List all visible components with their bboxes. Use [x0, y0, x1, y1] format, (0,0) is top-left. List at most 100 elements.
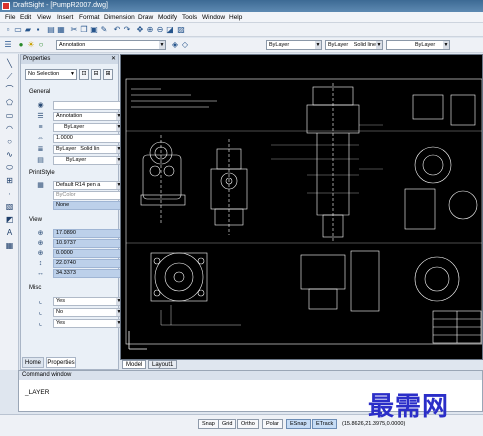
grid-toggle[interactable]: Grid — [218, 419, 237, 429]
center-z-row[interactable]: 0.0000 — [53, 249, 123, 258]
printstyle-attached-row: None — [53, 201, 123, 210]
layer-previous-icon[interactable]: ◇ — [180, 40, 190, 50]
menu-window[interactable]: Window — [202, 14, 225, 21]
width-row[interactable]: 34.3373 — [53, 269, 123, 278]
note-icon[interactable]: A — [4, 227, 15, 238]
command-line: _LAYER — [25, 389, 50, 396]
watermark-text: 最需网 — [368, 392, 450, 422]
layer-on-icon: ● — [18, 40, 24, 49]
redo-icon[interactable]: ↷ — [122, 25, 132, 35]
zoom-fit-icon[interactable]: ▨ — [176, 25, 186, 35]
tab-layout1[interactable]: Layout1 — [148, 360, 178, 369]
menu-modify[interactable]: Modify — [158, 14, 177, 21]
center-y-row[interactable]: 10.9737 — [53, 239, 123, 248]
new-file-icon[interactable]: ▫ — [3, 25, 13, 35]
linetype-row[interactable]: ByLayer ▼ — [53, 123, 123, 132]
circle-icon[interactable]: ○ — [4, 136, 15, 147]
draw-toolbar: ╲ ⟋ ⌒ ⬠ ▭ ◠ ○ ∿ ⬭ ⊞ ∙ ▧ ◩ A ▦ — [0, 54, 19, 370]
undo-icon[interactable]: ↶ — [112, 25, 122, 35]
polar-toggle[interactable]: Polar — [262, 419, 283, 429]
tab-model[interactable]: Model — [122, 360, 147, 369]
layer-icon: ☰ — [37, 113, 44, 120]
print-preview-icon[interactable]: ▦ — [56, 25, 66, 35]
table-icon[interactable]: ▦ — [4, 240, 15, 251]
menu-format[interactable]: Format — [79, 14, 100, 21]
make-layer-current-icon[interactable]: ◈ — [170, 40, 180, 50]
ucs-at-origin-row[interactable]: No ▼ — [53, 308, 123, 317]
pan-icon[interactable]: ✥ — [135, 25, 145, 35]
printstyle-row: ByColor — [53, 191, 123, 200]
zoom-window-icon[interactable]: ◪ — [165, 25, 175, 35]
center-x-row[interactable]: 17.0890 — [53, 229, 123, 238]
line-style-row[interactable]: ByLayer Solid lin ▼ — [53, 145, 123, 154]
selection-select[interactable]: No Selection ▼ — [25, 69, 77, 80]
linetype-scale-row[interactable]: 1.0000 — [53, 134, 123, 143]
ortho-toggle[interactable]: Ortho — [237, 419, 259, 429]
cut-icon[interactable]: ✂ — [69, 25, 79, 35]
open-icon[interactable]: ▰ — [23, 25, 33, 35]
zoom-out-icon[interactable]: ⊖ — [155, 25, 165, 35]
hatch-icon[interactable]: ▧ — [4, 201, 15, 212]
polygon-icon[interactable]: ⬠ — [4, 97, 15, 108]
drawing-canvas[interactable] — [120, 54, 483, 360]
menu-tools[interactable]: Tools — [182, 14, 197, 21]
esnap-toggle[interactable]: ESnap — [286, 419, 311, 429]
printstyle-section-label: PrintStyle — [29, 170, 55, 176]
copy-icon[interactable]: ❐ — [79, 25, 89, 35]
linetype-icon: ≡ — [38, 124, 43, 131]
color-row[interactable] — [53, 101, 123, 110]
detail-views — [404, 94, 478, 230]
printstyle-table-row[interactable]: Default R14 pen a ▼ — [53, 181, 123, 190]
menu-view[interactable]: View — [37, 14, 51, 21]
ucs-per-viewport-row[interactable]: Yes ▼ — [53, 319, 123, 328]
chevron-down-icon: ▼ — [315, 41, 321, 49]
snap-toggle[interactable]: Snap — [198, 419, 219, 429]
match-properties-icon[interactable]: ✎ — [99, 25, 109, 35]
lineweight-row[interactable]: ByLayer ▼ — [53, 156, 123, 165]
zoom-in-icon[interactable]: ⊕ — [145, 25, 155, 35]
new-icon[interactable]: ▭ — [13, 25, 23, 35]
select-objects-button[interactable]: ⊟ — [91, 69, 101, 80]
view-section-label: View — [29, 217, 42, 223]
layer-select[interactable]: Annotation ▼ — [56, 40, 166, 50]
tab-properties[interactable]: Properties — [46, 357, 76, 368]
standard-toolbar: ▫ ▭ ▰ ▪ ▤ ▦ ✂ ❐ ▣ ✎ ↶ ↷ ✥ ⊕ ⊖ ◪ ▨ — [0, 23, 483, 37]
menu-help[interactable]: Help — [229, 14, 242, 21]
infinite-line-icon[interactable]: ⟋ — [4, 71, 15, 82]
toggle-pickadd-button[interactable]: ⊞ — [103, 69, 113, 80]
layer-manager-icon[interactable]: ☰ — [3, 40, 13, 50]
print-icon[interactable]: ▤ — [46, 25, 56, 35]
color-select[interactable]: ByLayer ▼ — [266, 40, 322, 50]
insert-block-icon[interactable]: ⊞ — [4, 175, 15, 186]
tab-home[interactable]: Home — [22, 357, 44, 368]
layer-row[interactable]: Annotation ▼ — [53, 112, 123, 121]
height-row[interactable]: 22.0740 — [53, 259, 123, 268]
arc-icon[interactable]: ◠ — [4, 123, 15, 134]
line-icon[interactable]: ╲ — [4, 58, 15, 69]
rectangle-icon[interactable]: ▭ — [4, 110, 15, 121]
polyline-icon[interactable]: ⌒ — [4, 84, 15, 95]
menu-draw[interactable]: Draw — [138, 14, 153, 21]
pump-front-view — [140, 135, 186, 225]
ucs-icon-on-row[interactable]: Yes ▼ — [53, 297, 123, 306]
menu-dimension[interactable]: Dimension — [104, 14, 135, 21]
menu-file[interactable]: File — [5, 14, 15, 21]
quick-select-button[interactable]: ⊡ — [79, 69, 89, 80]
lineweight-select[interactable]: ByLayer ▼ — [386, 40, 450, 50]
point-icon[interactable]: ∙ — [4, 188, 15, 199]
properties-panel: Properties ✕ No Selection ▼ ⊡ ⊟ ⊞ Genera… — [20, 54, 123, 370]
chevron-down-icon: ▼ — [159, 41, 165, 49]
save-icon[interactable]: ▪ — [33, 25, 43, 35]
paste-icon[interactable]: ▣ — [89, 25, 99, 35]
menu-insert[interactable]: Insert — [57, 14, 73, 21]
close-icon[interactable]: ✕ — [111, 55, 116, 64]
misc-section-label: Misc — [29, 285, 42, 291]
menu-edit[interactable]: Edit — [20, 14, 31, 21]
etrack-toggle[interactable]: ETrack — [312, 419, 338, 429]
region-icon[interactable]: ◩ — [4, 214, 15, 225]
ucs-origin-icon: ⌞ — [38, 309, 43, 316]
print-style-icon: ▤ — [37, 157, 44, 164]
ellipse-icon[interactable]: ⬭ — [4, 162, 15, 173]
spline-icon[interactable]: ∿ — [4, 149, 15, 160]
linetype-select[interactable]: ByLayer Solid line ▼ — [325, 40, 383, 50]
